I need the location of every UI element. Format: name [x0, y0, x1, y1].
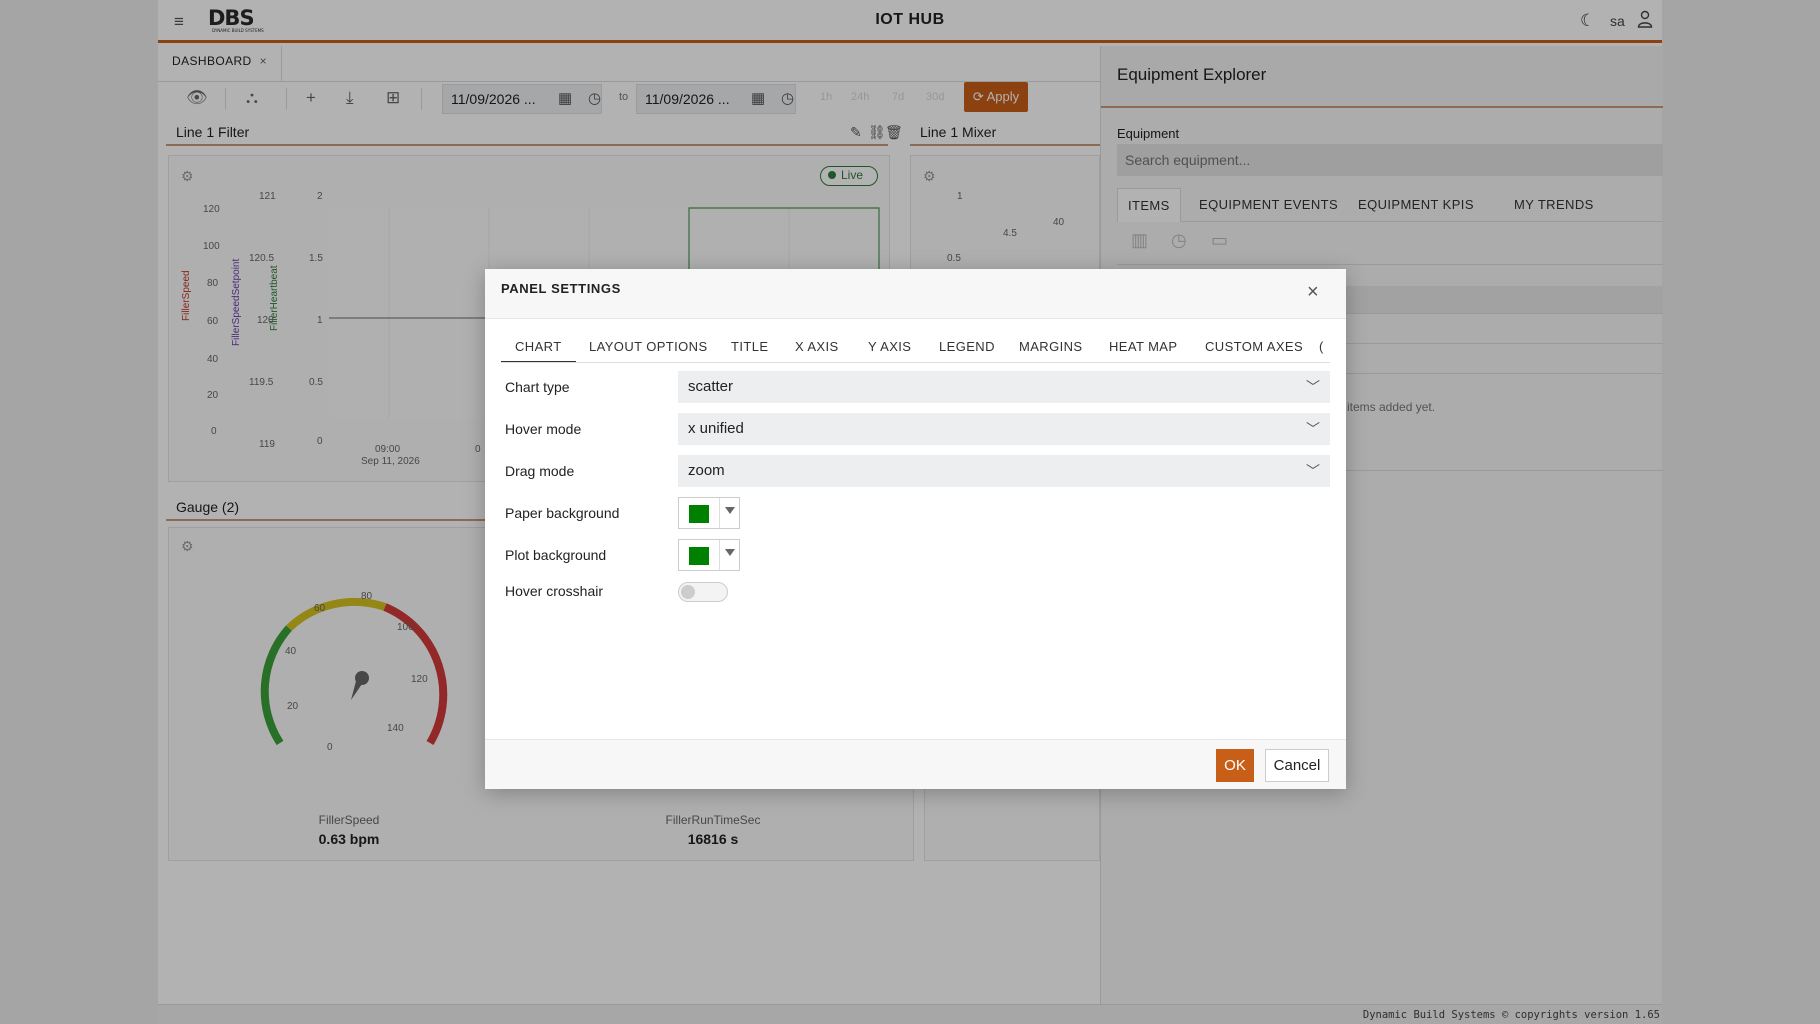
chevron-down-icon: ﹀ [1306, 463, 1320, 479]
paper-background-color-picker[interactable] [678, 497, 740, 529]
tab-margins[interactable]: MARGINS [1019, 331, 1082, 362]
plot-background-color-picker[interactable] [678, 539, 740, 571]
hover-mode-select[interactable]: x unified ﹀ [678, 413, 1330, 445]
hover-mode-value: x unified [688, 420, 744, 437]
tab-overflow[interactable]: ( [1319, 331, 1324, 362]
paper-background-label: Paper background [505, 505, 620, 521]
drag-mode-select[interactable]: zoom ﹀ [678, 455, 1330, 487]
panel-settings-dialog: PANEL SETTINGS × CHART LAYOUT OPTIONS TI… [485, 269, 1346, 789]
chart-type-label: Chart type [505, 379, 570, 395]
hover-mode-label: Hover mode [505, 421, 582, 437]
dialog-title: PANEL SETTINGS [501, 281, 621, 296]
settings-tabs: CHART LAYOUT OPTIONS TITLE X AXIS Y AXIS… [501, 331, 1330, 363]
tab-custom-axes[interactable]: CUSTOM AXES [1205, 331, 1303, 362]
dialog-header: PANEL SETTINGS × [485, 269, 1346, 319]
chevron-down-icon: ﹀ [1306, 379, 1320, 395]
tab-x-axis[interactable]: X AXIS [795, 331, 839, 362]
tab-y-axis[interactable]: Y AXIS [868, 331, 911, 362]
tab-heat-map[interactable]: HEAT MAP [1109, 331, 1177, 362]
drag-mode-label: Drag mode [505, 463, 575, 479]
color-swatch [689, 547, 709, 565]
chart-type-value: scatter [688, 378, 734, 395]
drag-mode-value: zoom [688, 462, 725, 479]
plot-background-label: Plot background [505, 547, 607, 563]
chevron-down-icon: ﹀ [1306, 421, 1320, 437]
tab-title[interactable]: TITLE [731, 331, 768, 362]
chart-type-select[interactable]: scatter ﹀ [678, 371, 1330, 403]
caret-down-icon [725, 549, 735, 556]
picker-divider [719, 540, 720, 570]
hover-crosshair-label: Hover crosshair [505, 583, 604, 599]
cancel-button[interactable]: Cancel [1265, 749, 1329, 782]
tab-layout-options[interactable]: LAYOUT OPTIONS [589, 331, 708, 362]
picker-divider [719, 498, 720, 528]
hover-crosshair-toggle[interactable] [678, 582, 728, 602]
toggle-knob [681, 585, 695, 599]
close-icon[interactable]: × [1307, 281, 1319, 304]
tab-legend[interactable]: LEGEND [939, 331, 995, 362]
dialog-footer: OK Cancel [485, 739, 1346, 789]
ok-button[interactable]: OK [1216, 749, 1254, 782]
color-swatch [689, 505, 709, 523]
tab-chart[interactable]: CHART [501, 331, 576, 362]
caret-down-icon [725, 507, 735, 514]
